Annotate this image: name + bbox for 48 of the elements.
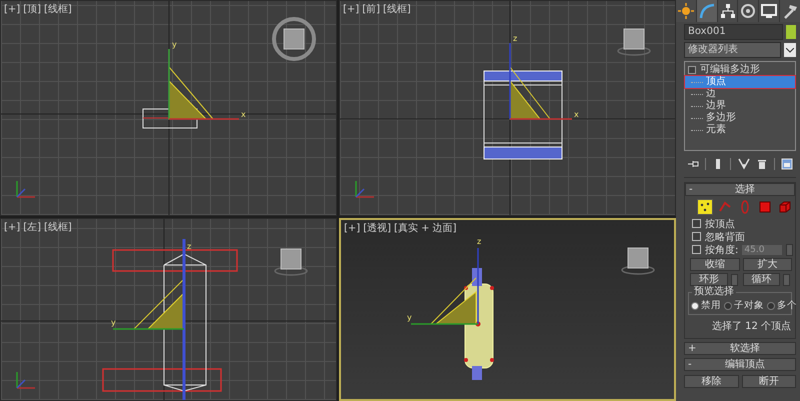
viewport-menu-label[interactable]: [前] (362, 3, 380, 16)
subobject-stack-item[interactable]: 边界 (685, 100, 795, 112)
viewport-menu-label[interactable]: [真实 + 边面] (394, 222, 457, 235)
viewport-menu-label[interactable]: [线框] (44, 221, 72, 234)
axis-label: x (574, 110, 579, 119)
viewport[interactable]: z y [+] [左] [线框] (0, 218, 337, 401)
viewport-menu-label[interactable]: [+] (343, 3, 360, 16)
viewport-menu-label[interactable]: [+] (4, 221, 20, 234)
object-name-field[interactable]: Box001 (684, 24, 783, 40)
modifier-list-dropdown[interactable]: 修改器列表 (684, 42, 781, 58)
axis-label: y (407, 313, 412, 322)
panel-button[interactable]: 移除 (684, 375, 738, 388)
radio-label: 多个 (777, 299, 797, 312)
viewport[interactable]: y x [+] [顶] [线框] (0, 0, 337, 216)
selection-status-text: 选择了 12 个顶点 (710, 320, 792, 334)
viewport-menu-label[interactable]: [透视] (363, 222, 391, 235)
panel-button[interactable]: 扩大 (742, 258, 792, 271)
subobject-stack-item[interactable]: 多边形 (685, 112, 795, 124)
subobject-stack-item[interactable]: 顶点 (685, 76, 795, 88)
modifier-stack-item[interactable]: 可编辑多边形 (700, 64, 760, 76)
viewport-menu-label[interactable]: [+] (4, 3, 20, 16)
axis-label: y (172, 40, 177, 49)
panel-button[interactable]: 环形 (690, 273, 728, 286)
viewport-menu-label[interactable]: [+] (344, 222, 360, 235)
axis-label: y (111, 318, 116, 327)
radio-label: 禁用 (701, 299, 721, 312)
viewport-menu-label[interactable]: [线框] (44, 3, 72, 16)
rollout-header[interactable]: - 选择 (685, 183, 795, 196)
radio-label: 子对象 (734, 299, 764, 312)
rollout-header[interactable]: + 软选择 (684, 342, 796, 355)
rollout-header[interactable]: - 编辑顶点 (684, 358, 796, 371)
viewport-menu-label[interactable]: [线框] (383, 3, 411, 16)
axis-label: z (513, 34, 518, 43)
checkbox-label: 按顶点 (705, 218, 735, 230)
axis-label: z (187, 242, 192, 251)
viewport-menu-label[interactable]: [顶] (23, 3, 41, 16)
panel-button[interactable]: 循环 (742, 273, 780, 286)
group-title: 预览选择 (692, 286, 736, 298)
subobject-stack-item[interactable]: 元素 (685, 124, 795, 136)
viewport[interactable]: z y [+] [透视] [真实 + 边面] (339, 218, 676, 401)
panel-button[interactable]: 收缩 (690, 258, 740, 271)
viewport-menu-label[interactable]: [左] (23, 221, 41, 234)
axis-label: x (241, 110, 246, 119)
axis-label: z (477, 237, 482, 246)
checkbox-label: 忽略背面 (705, 230, 745, 244)
panel-button[interactable]: 断开 (742, 375, 796, 388)
checkbox-label: 按角度: (705, 244, 738, 256)
viewport[interactable]: z x [+] [前] [线框] (339, 0, 676, 216)
